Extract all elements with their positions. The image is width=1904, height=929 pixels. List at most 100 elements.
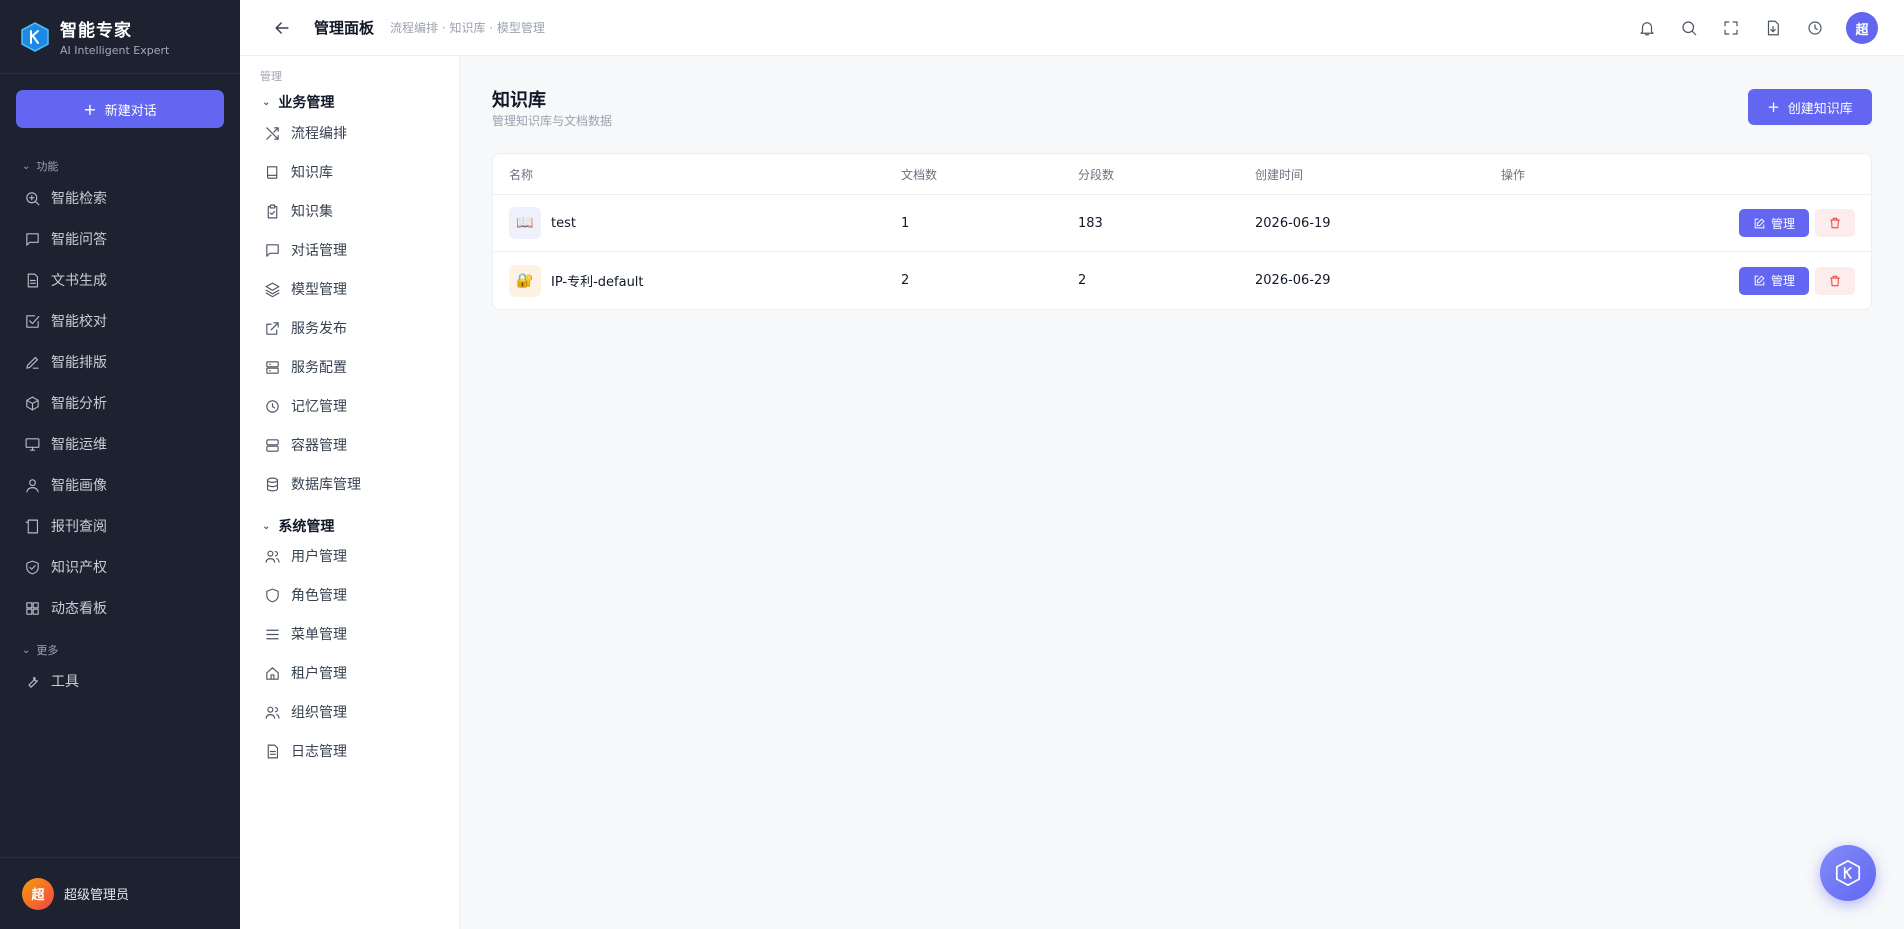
section-features-label: 功能 (36, 160, 59, 173)
lock-icon: 🔐 (509, 264, 541, 297)
sidebar-item-search[interactable]: 智能检索 (24, 183, 224, 213)
logo-icon (21, 21, 49, 52)
admin-item-knowledge-set[interactable]: 知识集 (264, 196, 444, 226)
shield-check-icon (26, 560, 39, 574)
bell-icon[interactable] (1638, 19, 1656, 37)
user-icon (26, 478, 39, 492)
top-header: 管理面板 流程编排 · 知识库 · 模型管理 超 (240, 0, 1904, 56)
sidebar-item-typeset[interactable]: 智能排版 (24, 347, 224, 377)
sidebar-item-profile[interactable]: 智能画像 (24, 470, 224, 500)
chat-bubble-icon (266, 243, 279, 257)
kb-name: test (551, 215, 576, 231)
chevron-down-icon: ⌄ (262, 96, 271, 108)
create-knowledge-base-button[interactable]: + 创建知识库 (1748, 89, 1872, 125)
group-business[interactable]: ⌄ 业务管理 (262, 92, 334, 112)
delete-button[interactable] (1815, 209, 1855, 237)
admin-item-label: 租户管理 (291, 666, 347, 682)
user-avatar: 超 (22, 877, 54, 910)
admin-item-label: 数据库管理 (291, 477, 361, 493)
group-system[interactable]: ⌄ 系统管理 (262, 516, 334, 536)
layers-icon (265, 282, 280, 297)
external-link-icon (266, 321, 279, 335)
admin-item-service-config[interactable]: 服务配置 (264, 352, 444, 382)
admin-item-workflow[interactable]: 流程编排 (264, 118, 444, 148)
sidebar-item-label: 智能分析 (51, 396, 107, 412)
admin-item-logs[interactable]: 日志管理 (264, 736, 444, 766)
sidebar-item-ip[interactable]: 知识产权 (24, 552, 224, 582)
admin-item-label: 知识集 (291, 204, 333, 220)
admin-item-label: 服务发布 (291, 321, 347, 337)
sidebar-item-label: 动态看板 (51, 601, 107, 617)
sidebar-item-dashboard[interactable]: 动态看板 (24, 593, 224, 623)
table-header: 名称 文档数 分段数 创建时间 操作 (493, 154, 1871, 195)
table-row: 🔐 IP-专利-default 2 2 2026-06-29 管理 (493, 252, 1871, 309)
brand: 智能专家 AI Intelligent Expert (0, 0, 240, 74)
sidebar-item-newspaper[interactable]: 报刊查阅 (24, 511, 224, 541)
admin-menu-section: 管理 (260, 70, 282, 83)
admin-item-publish[interactable]: 服务发布 (264, 313, 444, 343)
monitor-icon (25, 437, 40, 451)
cell-created: 2026-06-29 (1255, 273, 1331, 288)
delete-button[interactable] (1815, 266, 1855, 295)
shield-icon (266, 588, 279, 602)
admin-item-label: 知识库 (291, 165, 333, 181)
fullscreen-icon[interactable] (1722, 19, 1740, 37)
history-clock-icon[interactable] (1806, 19, 1824, 37)
assistant-fab-button[interactable] (1820, 845, 1876, 901)
wrench-icon (28, 676, 39, 688)
admin-item-label: 流程编排 (291, 126, 347, 142)
admin-item-dialog[interactable]: 对话管理 (264, 235, 444, 265)
search-icon[interactable] (1680, 19, 1698, 37)
back-arrow-icon[interactable] (272, 18, 292, 38)
admin-item-containers[interactable]: 容器管理 (264, 430, 444, 460)
cell-actions: 管理 (1501, 209, 1871, 237)
new-chat-button[interactable]: + 新建对话 (16, 90, 224, 128)
users-icon (265, 550, 280, 563)
manage-label: 管理 (1770, 274, 1795, 288)
admin-item-roles[interactable]: 角色管理 (264, 580, 444, 610)
sidebar-item-ops[interactable]: 智能运维 (24, 429, 224, 459)
admin-item-tenants[interactable]: 租户管理 (264, 658, 444, 688)
admin-item-users[interactable]: 用户管理 (264, 541, 444, 571)
chat-bubble-icon (26, 232, 39, 246)
sidebar-item-label: 报刊查阅 (51, 519, 107, 535)
download-file-icon[interactable] (1764, 19, 1782, 37)
admin-item-memory[interactable]: 记忆管理 (264, 391, 444, 421)
admin-item-menus[interactable]: 菜单管理 (264, 619, 444, 649)
manage-button[interactable]: 管理 (1739, 209, 1809, 237)
admin-item-label: 服务配置 (291, 360, 347, 376)
col-docs: 文档数 (901, 167, 938, 182)
sidebar-item-docgen[interactable]: 文书生成 (24, 265, 224, 295)
cell-docs: 1 (901, 215, 910, 231)
col-created: 创建时间 (1255, 167, 1304, 182)
header-avatar[interactable]: 超 (1846, 12, 1878, 44)
section-more-label: 更多 (36, 644, 59, 657)
admin-item-knowledge-base[interactable]: 知识库 (264, 157, 444, 187)
cell-name: 📖 test (493, 207, 901, 239)
clock-icon (266, 399, 279, 413)
admin-item-orgs[interactable]: 组织管理 (264, 697, 444, 727)
sidebar-item-qa[interactable]: 智能问答 (24, 224, 224, 254)
admin-item-database[interactable]: 数据库管理 (264, 469, 444, 499)
breadcrumb: 流程编排 · 知识库 · 模型管理 (390, 21, 545, 35)
document-icon (27, 273, 39, 287)
section-features[interactable]: ⌄ 功能 (22, 158, 58, 174)
sidebar-item-proofread[interactable]: 智能校对 (24, 306, 224, 336)
section-more[interactable]: ⌄ 更多 (22, 642, 58, 658)
chevron-down-icon: ⌄ (22, 160, 31, 172)
admin-item-models[interactable]: 模型管理 (264, 274, 444, 304)
chevron-down-icon: ⌄ (22, 644, 31, 656)
sidebar-item-analysis[interactable]: 智能分析 (24, 388, 224, 418)
manage-button[interactable]: 管理 (1739, 266, 1809, 295)
kb-name: IP-专利-default (551, 275, 644, 290)
pen-icon (26, 356, 39, 369)
sidebar-item-tools[interactable]: 工具 (24, 666, 224, 696)
main-sidebar: 智能专家 AI Intelligent Expert + 新建对话 ⌄ 功能 智… (0, 0, 240, 929)
users-icon (265, 706, 280, 719)
cell-actions: 管理 (1501, 266, 1871, 295)
home-icon (266, 666, 279, 680)
main-content: 知识库 管理知识库与文档数据 + 创建知识库 名称 文档数 分段数 创建时间 操… (460, 56, 1904, 929)
trash-icon (1830, 217, 1840, 229)
plus-icon: + (1767, 98, 1780, 116)
current-user[interactable]: 超 超级管理员 (0, 857, 240, 929)
